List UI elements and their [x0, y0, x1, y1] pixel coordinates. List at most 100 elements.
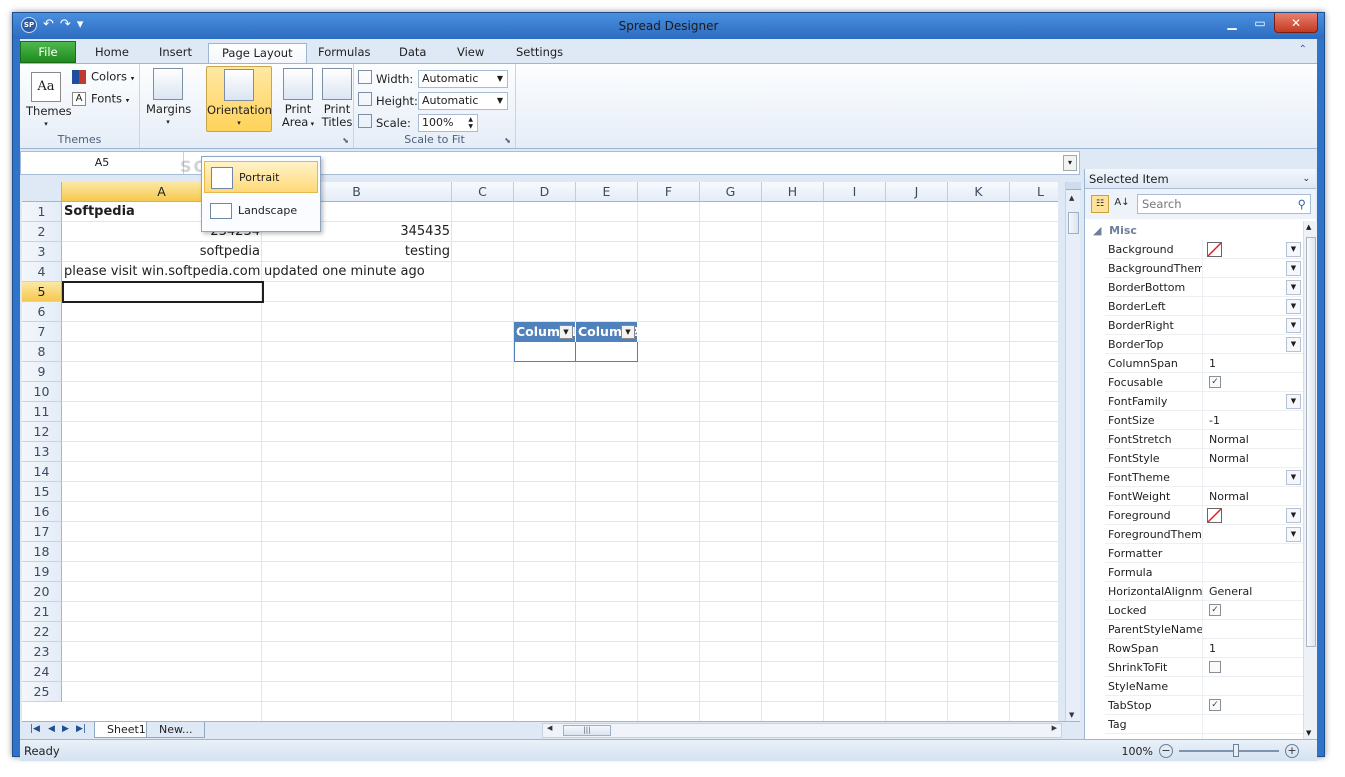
property-row[interactable]: BackgroundThem ▼ — [1105, 259, 1303, 278]
filter-dropdown-icon[interactable]: ▼ — [621, 325, 635, 339]
property-row[interactable]: ColumnSpan 1 — [1105, 354, 1303, 373]
margins-button[interactable]: Margins ▾ — [146, 68, 191, 129]
property-search-input[interactable]: Search ⚲ — [1137, 194, 1311, 214]
chevron-down-icon[interactable]: ▼ — [1286, 470, 1301, 485]
sort-alphabetical-icon[interactable]: A↓ — [1113, 195, 1131, 213]
first-sheet-icon[interactable]: |◀ — [30, 724, 40, 734]
column-header-K[interactable]: K — [948, 182, 1010, 202]
property-row[interactable]: FontTheme ▼ — [1105, 468, 1303, 487]
scroll-thumb[interactable] — [1068, 212, 1079, 234]
property-row[interactable]: Formatter — [1105, 544, 1303, 563]
filter-dropdown-icon[interactable]: ▼ — [559, 325, 573, 339]
property-row[interactable]: StyleName — [1105, 677, 1303, 696]
property-value[interactable]: 1 — [1202, 639, 1303, 658]
property-row[interactable]: FontStyle Normal — [1105, 449, 1303, 468]
property-value[interactable] — [1202, 658, 1303, 677]
tab-insert[interactable]: Insert — [146, 43, 205, 63]
property-value[interactable]: ✓ — [1202, 696, 1303, 715]
chevron-down-icon[interactable]: ▼ — [1286, 280, 1301, 295]
cell-B3[interactable]: testing — [262, 242, 452, 262]
property-row[interactable]: ForegroundThem ▼ — [1105, 525, 1303, 544]
next-sheet-icon[interactable]: ▶ — [62, 724, 69, 734]
column-header-D[interactable]: D — [514, 182, 576, 202]
zoom-in-icon[interactable]: + — [1285, 744, 1299, 758]
row-header-17[interactable]: 17 — [22, 522, 62, 542]
property-value[interactable]: ▼ — [1202, 278, 1303, 297]
row-header-22[interactable]: 22 — [22, 622, 62, 642]
height-dropdown[interactable]: Automatic ▼ — [418, 92, 508, 110]
scroll-up-icon[interactable]: ▲ — [1069, 194, 1074, 202]
property-row[interactable]: Focusable ✓ — [1105, 373, 1303, 392]
property-value[interactable]: ▼ — [1202, 468, 1303, 487]
row-header-10[interactable]: 10 — [22, 382, 62, 402]
cell-A3[interactable]: softpedia — [62, 242, 262, 262]
name-box[interactable]: A5 — [21, 152, 183, 174]
row-header-2[interactable]: 2 — [22, 222, 62, 242]
sheet-tab-new[interactable]: New... — [146, 722, 206, 738]
row-header-25[interactable]: 25 — [22, 682, 62, 702]
table-header-column2[interactable]: Column2 ▼ — [576, 322, 638, 342]
property-value[interactable]: -1 — [1202, 411, 1303, 430]
property-row[interactable]: Locked ✓ — [1105, 601, 1303, 620]
property-row[interactable]: FontStretch Normal — [1105, 430, 1303, 449]
column-header-E[interactable]: E — [576, 182, 638, 202]
spreadsheet-grid[interactable]: ABCDEFGHIJKL 1 2 3 4 5 6 7 8 9 10 11 12 13 14 15 16 17 18… — [22, 182, 1058, 721]
chevron-down-icon[interactable]: ▼ — [1286, 318, 1301, 333]
row-header-20[interactable]: 20 — [22, 582, 62, 602]
orientation-button[interactable]: Orientation ▾ — [206, 66, 272, 132]
property-row[interactable]: TabStop ✓ — [1105, 696, 1303, 715]
property-value[interactable] — [1202, 563, 1303, 582]
scroll-right-icon[interactable]: ▶ — [1052, 724, 1057, 732]
checkbox[interactable]: ✓ — [1209, 604, 1221, 616]
property-value[interactable]: ▼ — [1202, 335, 1303, 354]
property-value[interactable] — [1202, 677, 1303, 696]
categorized-view-icon[interactable]: ☷ — [1091, 195, 1109, 213]
scroll-up-icon[interactable]: ▲ — [1306, 223, 1311, 231]
tab-file[interactable]: File — [20, 41, 76, 63]
vertical-scrollbar[interactable]: ▲ ▼ — [1065, 182, 1081, 721]
column-header-L[interactable]: L — [1010, 182, 1058, 202]
active-cell-A5[interactable] — [62, 281, 264, 303]
fonts-button[interactable]: A Fonts ▾ — [72, 92, 129, 108]
property-value[interactable]: General — [1202, 582, 1303, 601]
scroll-left-icon[interactable]: ◀ — [547, 724, 552, 732]
maximize-button[interactable]: ▭ — [1246, 13, 1274, 33]
row-header-11[interactable]: 11 — [22, 402, 62, 422]
zoom-out-icon[interactable]: − — [1159, 744, 1173, 758]
checkbox[interactable]: ✓ — [1209, 376, 1221, 388]
tab-view[interactable]: View — [444, 43, 497, 63]
collapse-icon[interactable]: ◢ — [1093, 224, 1101, 237]
row-header-21[interactable]: 21 — [22, 602, 62, 622]
row-header-18[interactable]: 18 — [22, 542, 62, 562]
property-row[interactable]: Foreground ▼ — [1105, 506, 1303, 525]
chevron-down-icon[interactable]: ▼ — [1286, 527, 1301, 542]
tab-home[interactable]: Home — [82, 43, 142, 63]
property-row[interactable]: FontSize -1 — [1105, 411, 1303, 430]
property-value[interactable]: ▼ — [1202, 316, 1303, 335]
chevron-down-icon[interactable]: ▼ — [1286, 261, 1301, 276]
property-value[interactable]: 1 — [1202, 354, 1303, 373]
scroll-thumb[interactable]: ||| — [563, 725, 611, 736]
property-value[interactable]: ✓ — [1202, 601, 1303, 620]
menu-item-portrait[interactable]: Portrait — [204, 161, 318, 193]
dialog-launcher-icon[interactable]: ⬊ — [342, 136, 349, 145]
property-row[interactable]: Formula — [1105, 563, 1303, 582]
menu-item-landscape[interactable]: Landscape — [204, 195, 318, 227]
column-header-C[interactable]: C — [452, 182, 514, 202]
prev-sheet-icon[interactable]: ◀ — [48, 724, 55, 734]
checkbox[interactable] — [1209, 661, 1221, 673]
property-row[interactable]: FontFamily ▼ — [1105, 392, 1303, 411]
split-handle[interactable] — [1066, 182, 1081, 190]
property-pane-header[interactable]: Selected Item ⌄ — [1085, 169, 1316, 189]
property-row[interactable]: BorderRight ▼ — [1105, 316, 1303, 335]
chevron-down-icon[interactable]: ▼ — [1286, 299, 1301, 314]
row-header-24[interactable]: 24 — [22, 662, 62, 682]
row-header-12[interactable]: 12 — [22, 422, 62, 442]
property-value[interactable]: Normal — [1202, 449, 1303, 468]
width-dropdown[interactable]: Automatic ▼ — [418, 70, 508, 88]
column-header-F[interactable]: F — [638, 182, 700, 202]
row-header-14[interactable]: 14 — [22, 462, 62, 482]
themes-button[interactable]: Aa Themes ▾ — [26, 72, 72, 131]
property-row[interactable]: FontWeight Normal — [1105, 487, 1303, 506]
spinner-arrows-icon[interactable]: ▲ ▼ — [468, 116, 473, 130]
